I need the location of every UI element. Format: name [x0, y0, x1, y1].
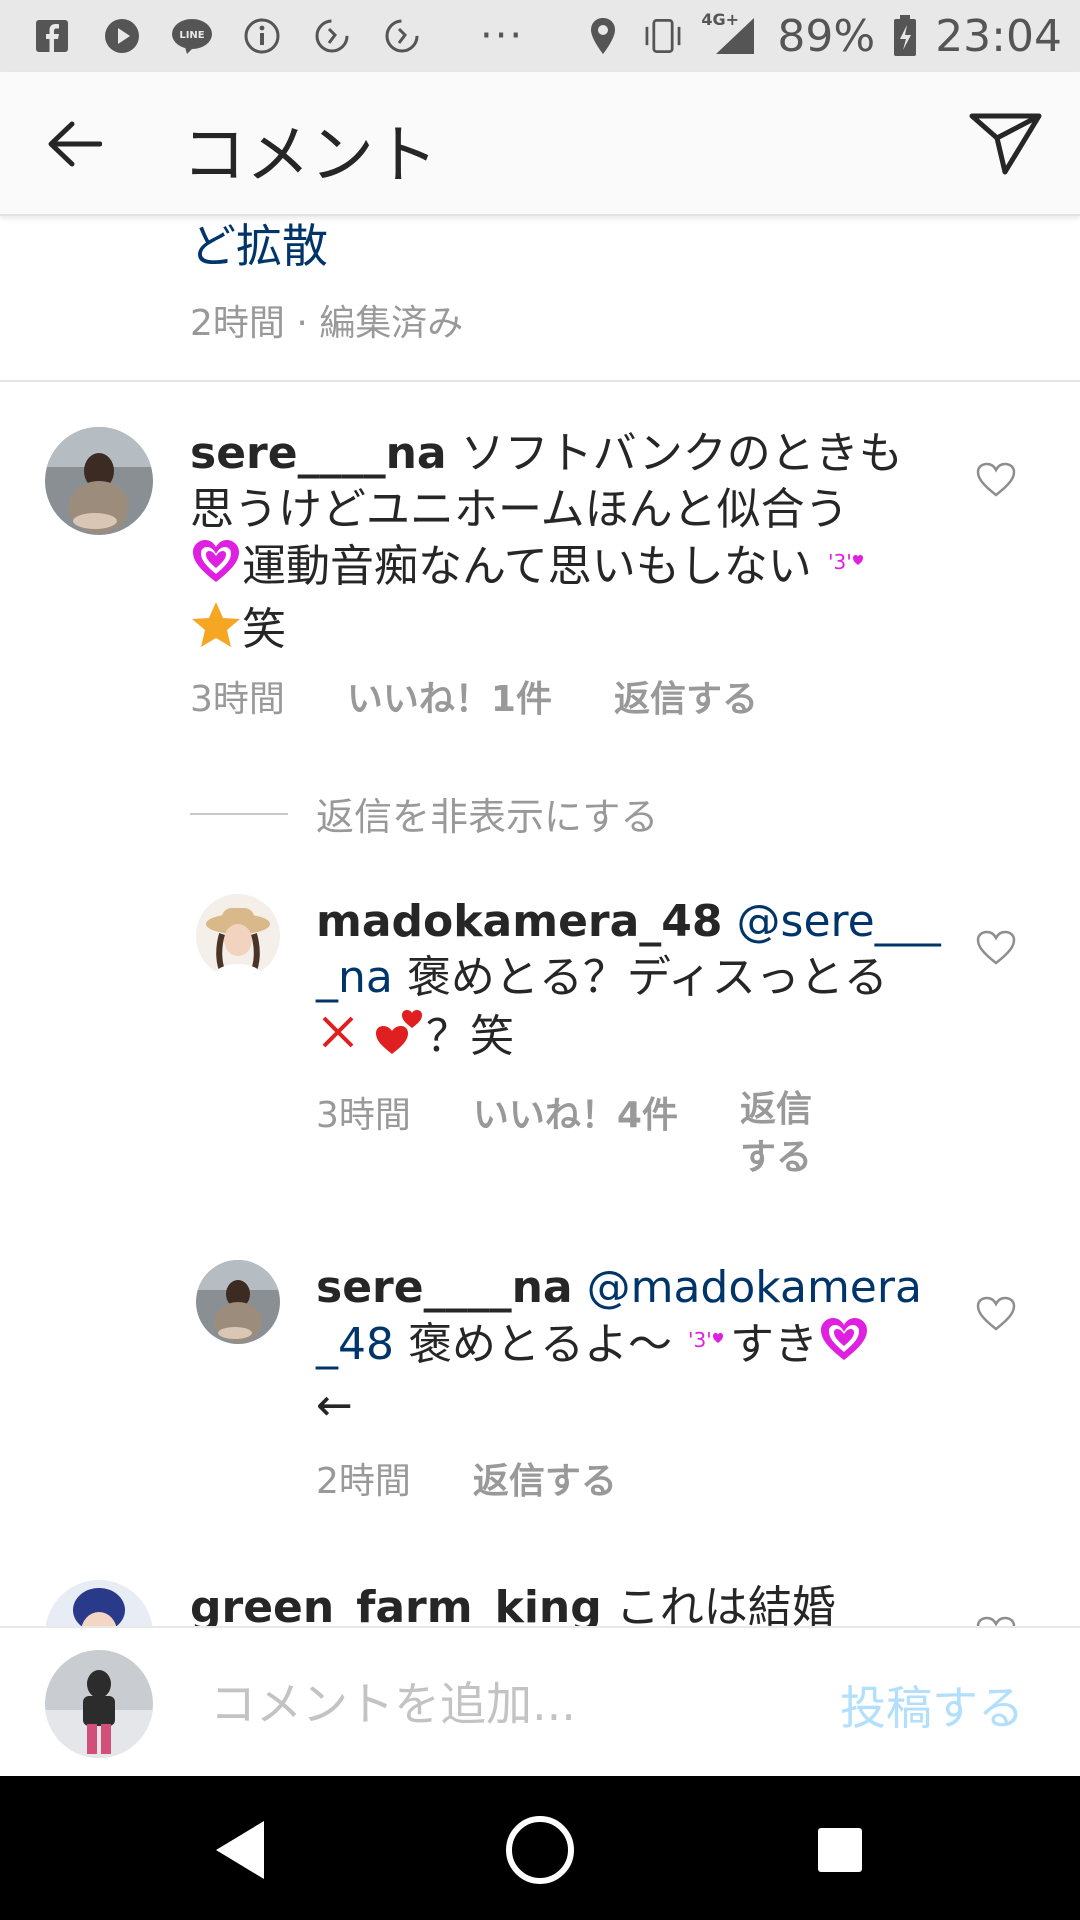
svg-text:'3': '3'	[828, 550, 852, 574]
reply-button[interactable]: 返信する	[473, 1452, 617, 1504]
reply-time: 2時間	[316, 1461, 411, 1502]
back-arrow-icon	[48, 121, 102, 167]
kiss-face-emoji-icon: '3'	[826, 541, 870, 597]
cross-mark-emoji-icon	[316, 1010, 360, 1068]
svg-text:LINE: LINE	[179, 30, 204, 41]
app-header: コメント	[0, 72, 1080, 216]
pink-heart-emoji-icon	[190, 538, 242, 600]
page-title: コメント	[182, 119, 438, 193]
post-button[interactable]: 投稿する	[840, 1672, 1024, 1738]
reply-button[interactable]: 返信 する	[740, 1086, 812, 1182]
likes-count[interactable]: いいね！4件	[473, 1086, 678, 1182]
comments-list[interactable]: ど拡散 2時間 · 編集済み sere____na ソフトバンクのときも 思うけ…	[0, 218, 1080, 1626]
comment-text: 思うけどユニホームほんと似合う	[190, 484, 849, 535]
mention-link[interactable]: @madokamera	[587, 1262, 922, 1313]
comment-username[interactable]: green_farm_king	[190, 1582, 602, 1626]
kiss-face-emoji-icon: '3'	[686, 1319, 730, 1375]
reply-text: 褒めとる？ディスっとる	[406, 952, 888, 1003]
reply-button[interactable]: 返信する	[614, 670, 758, 722]
heart-icon	[976, 1296, 1016, 1331]
reply-button-label: する	[739, 1137, 812, 1178]
avatar[interactable]	[45, 427, 153, 535]
like-button[interactable]	[976, 1616, 1020, 1626]
facebook-icon	[30, 14, 74, 58]
hide-replies-toggle[interactable]: 返信を非表示にする	[190, 786, 658, 841]
avatar[interactable]	[196, 1260, 280, 1344]
comment-text: ソフトバンクのときも	[460, 428, 903, 479]
home-circle-icon	[506, 1816, 574, 1884]
navigation-bar	[0, 1776, 1080, 1920]
sync-icon	[310, 14, 354, 58]
battery-percent: 89%	[777, 10, 876, 62]
avatar[interactable]	[196, 894, 280, 978]
comment-item: sere____na ソフトバンクのときも 思うけどユニホームほんと似合う 運動…	[0, 218, 1080, 778]
reply-meta: 2時間 返信する	[316, 1452, 617, 1504]
status-bar: LINE ··· 4G+ 89% 23:04	[0, 0, 1080, 72]
reply-text: ？笑	[426, 1011, 514, 1062]
comment-time: 3時間	[190, 679, 285, 720]
mention-link[interactable]: _na	[316, 952, 393, 1003]
reply-text: ←	[316, 1380, 353, 1431]
reply-body: sere____na @madokamera _48 褒めとるよ〜 '3' すき …	[316, 1260, 956, 1434]
likes-count[interactable]: いいね！1件	[347, 670, 552, 722]
pink-heart-emoji-icon	[818, 1316, 870, 1378]
reply-text: 褒めとるよ〜	[408, 1319, 672, 1370]
nav-home-button[interactable]	[500, 1810, 580, 1890]
star-emoji-icon	[190, 600, 242, 664]
reply-text: すき	[730, 1319, 818, 1370]
more-dots-icon: ···	[480, 13, 525, 59]
reply-time: 3時間	[316, 1095, 411, 1136]
back-button[interactable]	[42, 112, 106, 176]
share-button[interactable]	[966, 108, 1046, 180]
mention-link[interactable]: _48	[316, 1319, 394, 1370]
back-triangle-icon	[216, 1821, 264, 1879]
heart-icon	[976, 930, 1016, 965]
mention-link[interactable]: @sere___	[737, 896, 941, 947]
two-hearts-emoji-icon	[374, 1006, 426, 1072]
reply-meta: 3時間 いいね！4件 返信 する	[316, 1086, 812, 1182]
send-icon	[969, 113, 1042, 175]
nav-recents-button[interactable]	[800, 1810, 880, 1890]
like-button[interactable]	[976, 1296, 1020, 1336]
hide-replies-label: 返信を非表示にする	[316, 795, 659, 839]
location-icon	[581, 14, 625, 58]
heart-icon	[976, 1616, 1016, 1626]
svg-text:'3': '3'	[688, 1328, 712, 1352]
network-type: 4G+	[701, 10, 740, 29]
reply-button-label: 返信	[739, 1089, 812, 1130]
comment-body: green_farm_king これは結婚	[190, 1580, 950, 1626]
line-icon: LINE	[170, 14, 214, 58]
avatar[interactable]	[45, 1580, 153, 1626]
hide-replies-line	[190, 812, 288, 815]
avatar	[45, 1650, 153, 1758]
comment-text: 笑	[242, 604, 286, 655]
battery-icon	[891, 14, 919, 58]
comment-text: 運動音痴なんて思いもしない	[242, 541, 812, 592]
comment-input[interactable]	[210, 1666, 770, 1742]
comment-body: sere____na ソフトバンクのときも 思うけどユニホームほんと似合う 運動…	[190, 426, 950, 664]
comment-composer: 投稿する	[0, 1626, 1080, 1776]
comment-text: これは結婚	[615, 1582, 836, 1626]
clock: 23:04	[935, 10, 1062, 62]
reply-username[interactable]: sere____na	[316, 1262, 573, 1313]
vibrate-icon	[641, 14, 685, 58]
nav-back-button[interactable]	[200, 1810, 280, 1890]
comment-meta: 3時間 いいね！1件 返信する	[190, 670, 758, 722]
reply-body: madokamera_48 @sere___ _na 褒めとる？ディスっとる ？…	[316, 894, 956, 1072]
heart-icon	[976, 462, 1016, 497]
sync-icon	[380, 14, 424, 58]
play-icon	[100, 14, 144, 58]
like-button[interactable]	[976, 462, 1020, 502]
signal-icon: 4G+	[701, 10, 761, 58]
recents-square-icon	[818, 1828, 862, 1872]
reply-username[interactable]: madokamera_48	[316, 896, 723, 947]
like-button[interactable]	[976, 930, 1020, 970]
info-icon	[240, 14, 284, 58]
comment-username[interactable]: sere____na	[190, 428, 447, 479]
